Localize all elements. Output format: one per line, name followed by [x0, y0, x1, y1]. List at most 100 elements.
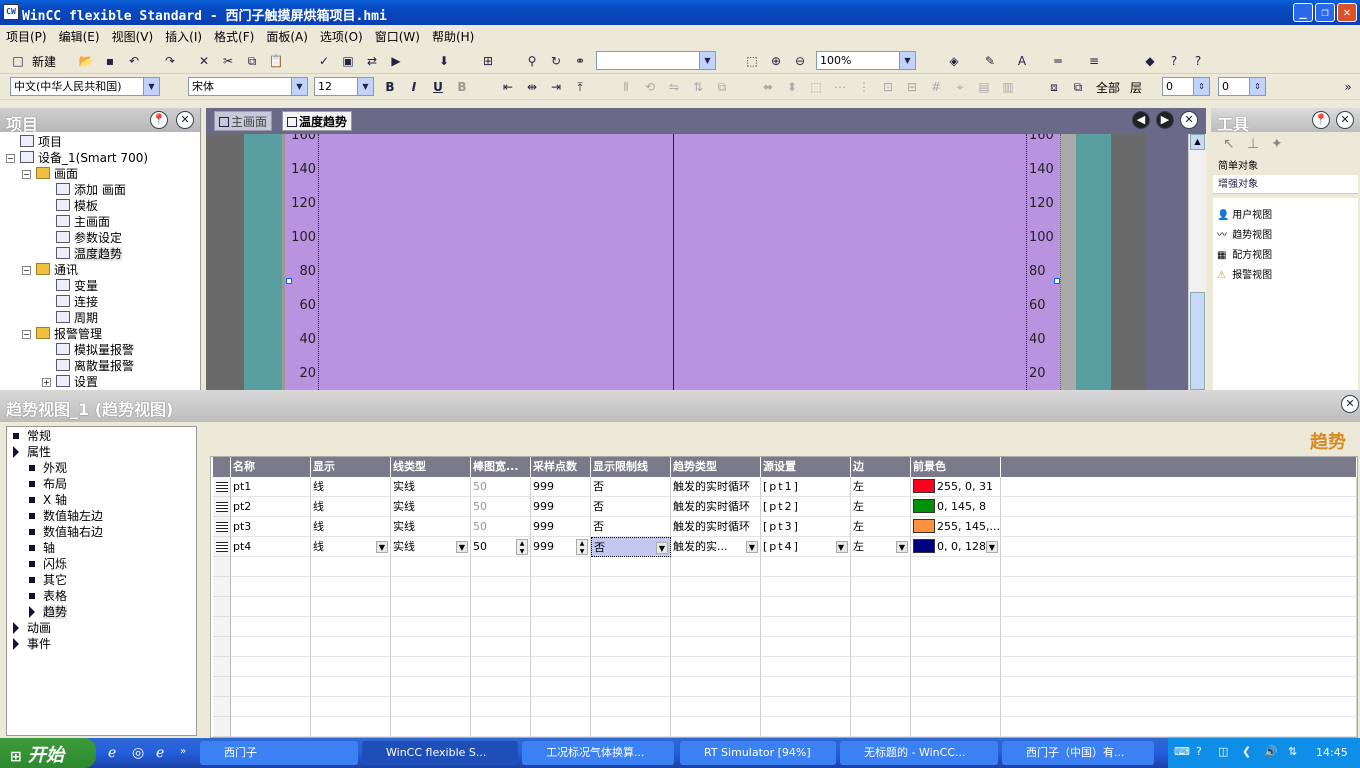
- tree-item[interactable]: 模拟量报警: [56, 342, 134, 358]
- column-header-bar-width[interactable]: 棒图宽...: [471, 457, 531, 477]
- expand-toggle[interactable]: +: [42, 378, 51, 387]
- cell-name[interactable]: pt4: [231, 537, 311, 557]
- editor-scrollbar[interactable]: ▲: [1188, 134, 1206, 390]
- tree-item[interactable]: 设置: [56, 374, 98, 390]
- cell-trend-type[interactable]: 触发的实时循环: [671, 517, 761, 537]
- cell-trend-type[interactable]: 触发的实时循环: [671, 477, 761, 497]
- help-tray-icon[interactable]: ?: [1196, 745, 1202, 758]
- cell-source[interactable]: [pt3]: [761, 517, 851, 537]
- chevron-down-icon[interactable]: ▼: [699, 52, 715, 69]
- tools-group-enhanced[interactable]: 增强对象: [1213, 176, 1358, 194]
- line-width-icon[interactable]: ≡: [1086, 53, 1102, 69]
- menu-project[interactable]: 项目(P): [0, 25, 53, 48]
- cell-display[interactable]: 线: [311, 477, 391, 497]
- context-help-icon[interactable]: ?: [1190, 53, 1206, 69]
- chevron-down-icon[interactable]: ▼: [376, 541, 388, 553]
- minimize-button[interactable]: _: [1293, 3, 1313, 22]
- layer-spinner-1[interactable]: 0 ⇕: [1162, 77, 1210, 96]
- new-label[interactable]: 新建: [32, 53, 56, 70]
- space-v-icon[interactable]: ⋮: [856, 79, 872, 95]
- link-icon[interactable]: ⚭: [572, 53, 588, 69]
- task-rt-simulator[interactable]: RT Simulator [94%]: [680, 741, 836, 765]
- nav-item[interactable]: X 轴: [29, 492, 67, 508]
- cell-line-type[interactable]: 实线: [391, 517, 471, 537]
- italic-button[interactable]: I: [406, 79, 422, 95]
- ie-icon[interactable]: ℯ: [108, 745, 116, 761]
- cell-name[interactable]: pt2: [231, 497, 311, 517]
- nav-item[interactable]: 属性: [13, 444, 51, 460]
- expand-toggle[interactable]: −: [22, 170, 31, 179]
- delete-icon[interactable]: ✕: [196, 53, 212, 69]
- menu-options[interactable]: 选项(O): [314, 25, 369, 48]
- cell-bar-width[interactable]: 50: [471, 517, 531, 537]
- column-header-color[interactable]: 前景色: [911, 457, 1001, 477]
- row-header[interactable]: [213, 477, 231, 497]
- new-icon[interactable]: □: [10, 53, 26, 69]
- row-header[interactable]: [213, 577, 231, 597]
- column-header-trend-type[interactable]: 趋势类型: [671, 457, 761, 477]
- underline-button[interactable]: U: [430, 79, 446, 95]
- task-wincc-untitled[interactable]: 无标题的 - WinCC...: [840, 741, 998, 765]
- task-gas-conversion[interactable]: 工况标况气体换算...: [522, 741, 674, 765]
- cell-samples[interactable]: 999 ▲ ▼: [531, 537, 591, 557]
- flip-icon[interactable]: ⇋: [666, 79, 682, 95]
- row-header[interactable]: [213, 677, 231, 697]
- spin-icon[interactable]: ⇕: [1249, 78, 1265, 95]
- cell-name[interactable]: pt1: [231, 477, 311, 497]
- menu-insert[interactable]: 插入(I): [159, 25, 208, 48]
- cell-side[interactable]: 左 ▼: [851, 537, 911, 557]
- selection-handle[interactable]: [1054, 278, 1060, 284]
- cell-source[interactable]: [pt2]: [761, 497, 851, 517]
- nav-item[interactable]: 数值轴右边: [29, 524, 103, 540]
- nav-next-icon[interactable]: ▶: [1156, 111, 1174, 129]
- nav-item[interactable]: 表格: [29, 588, 67, 604]
- font-size-combo[interactable]: 12 ▼: [314, 77, 374, 96]
- line-style-icon[interactable]: ═: [1050, 53, 1066, 69]
- nav-item[interactable]: 其它: [29, 572, 67, 588]
- all-layers-label[interactable]: 全部: [1096, 79, 1120, 96]
- row-header[interactable]: [213, 517, 231, 537]
- front-icon[interactable]: ▤: [976, 79, 992, 95]
- menu-edit[interactable]: 编辑(E): [53, 25, 106, 48]
- pointer-icon[interactable]: ↖: [1223, 136, 1235, 152]
- runtime-icon[interactable]: ▶: [388, 53, 404, 69]
- help-icon[interactable]: ?: [1166, 53, 1182, 69]
- zoom-in-icon[interactable]: ⊕: [768, 53, 784, 69]
- align-left-icon[interactable]: ⇤: [500, 79, 516, 95]
- tree-item[interactable]: 报警管理: [36, 326, 102, 342]
- task-folder[interactable]: 西门子: [200, 741, 358, 765]
- browser-icon[interactable]: ◎: [132, 745, 144, 761]
- same-height-icon[interactable]: ⬍: [784, 79, 800, 95]
- ie2-icon[interactable]: ℯ: [156, 745, 164, 761]
- back-icon[interactable]: ▥: [1000, 79, 1016, 95]
- task-siemens-china[interactable]: 西门子（中国）有...: [1002, 741, 1154, 765]
- redo-icon[interactable]: ↷: [162, 53, 178, 69]
- paste-icon[interactable]: 📋: [268, 53, 284, 69]
- snap-icon[interactable]: ⌖: [952, 79, 968, 95]
- row-header[interactable]: [213, 497, 231, 517]
- expand-toggle[interactable]: −: [22, 266, 31, 275]
- cell-bar-width[interactable]: 50: [471, 497, 531, 517]
- start-button[interactable]: ⊞ 开始: [0, 738, 96, 768]
- expand-toggle[interactable]: −: [22, 330, 31, 339]
- pin-icon[interactable]: 📍: [150, 111, 168, 129]
- ungroup-icon[interactable]: ⊟: [904, 79, 920, 95]
- row-header[interactable]: [213, 697, 231, 717]
- align-top-icon[interactable]: ⤒: [572, 79, 588, 95]
- tree-item[interactable]: 主画面: [56, 214, 110, 230]
- cell-line-type[interactable]: 实线: [391, 477, 471, 497]
- font-combo[interactable]: 宋体 ▼: [188, 77, 308, 96]
- menu-view[interactable]: 视图(V): [106, 25, 160, 48]
- spinner-icon[interactable]: ▲ ▼: [516, 539, 528, 555]
- cross-ref-icon[interactable]: ⊞: [480, 53, 496, 69]
- cut-icon[interactable]: ✂: [220, 53, 236, 69]
- cell-side[interactable]: 左: [851, 497, 911, 517]
- chevron-down-icon[interactable]: ▼: [656, 542, 668, 554]
- column-header-line-type[interactable]: 线类型: [391, 457, 471, 477]
- cell-side[interactable]: 左: [851, 477, 911, 497]
- spin-icon[interactable]: ⇕: [1193, 78, 1209, 95]
- screen-canvas[interactable]: 160 160 140 140 120 120 100 100 80 80 60 60 40 40 20 20: [206, 134, 1188, 390]
- tree-item[interactable]: 参数设定: [56, 230, 122, 246]
- line-color-icon[interactable]: ✎: [982, 53, 998, 69]
- tree-item[interactable]: 周期: [56, 310, 98, 326]
